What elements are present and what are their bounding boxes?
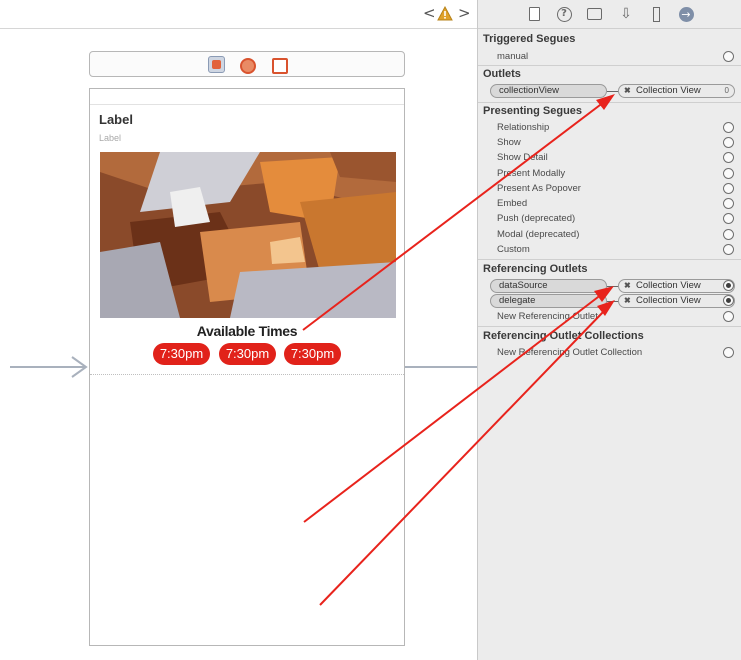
available-times-label[interactable]: Available Times bbox=[90, 323, 404, 339]
outlets-title: Outlets bbox=[483, 68, 521, 80]
referencing-outlet-collections-title: Referencing Outlet Collections bbox=[483, 330, 644, 342]
file-icon[interactable] bbox=[526, 6, 542, 22]
scene-dock bbox=[89, 51, 405, 77]
section-divider bbox=[478, 259, 741, 260]
attributes-icon[interactable]: ⇩ bbox=[618, 6, 634, 22]
outlet-collectionview-pill[interactable]: collectionView bbox=[490, 84, 607, 98]
warning-icon[interactable] bbox=[437, 6, 453, 21]
connection-circle[interactable] bbox=[723, 244, 734, 255]
help-icon[interactable]: ? bbox=[556, 6, 572, 22]
ref-outlet-datasource-pill[interactable]: dataSource bbox=[490, 279, 607, 293]
cell-subtitle-label[interactable]: Label bbox=[99, 133, 121, 143]
connection-circle[interactable] bbox=[723, 137, 734, 148]
segue-modal: Modal (deprecated) bbox=[497, 229, 580, 240]
section-divider bbox=[478, 65, 741, 66]
segue-relationship: Relationship bbox=[497, 122, 550, 133]
segue-push: Push (deprecated) bbox=[497, 213, 576, 224]
new-referencing-outlet-collection: New Referencing Outlet Collection bbox=[497, 347, 643, 358]
chevron-right-icon[interactable]: > bbox=[458, 4, 471, 22]
outlet-collectionview-target[interactable]: ✖ Collection View 0 bbox=[618, 84, 735, 98]
section-divider bbox=[478, 102, 741, 103]
entry-arrow-icon[interactable] bbox=[70, 355, 88, 379]
chevron-left-icon[interactable]: < bbox=[423, 4, 436, 22]
inspector-toolbar: ? ⇩ → bbox=[478, 0, 741, 29]
connection-circle-filled[interactable] bbox=[723, 295, 734, 306]
target-badge: 0 bbox=[724, 86, 729, 95]
target-label: Collection View bbox=[636, 85, 701, 96]
segue-show-detail: Show Detail bbox=[497, 152, 548, 163]
segue-embed: Embed bbox=[497, 198, 528, 209]
target-label: Collection View bbox=[636, 280, 701, 291]
size-icon[interactable] bbox=[648, 6, 664, 22]
connections-inspector: ? ⇩ → Triggered Segues manual Outlets co… bbox=[477, 0, 741, 660]
view-controller-icon[interactable] bbox=[208, 56, 225, 73]
target-label: Collection View bbox=[636, 295, 701, 306]
triggered-segue-manual: manual bbox=[497, 51, 529, 62]
connection-circle[interactable] bbox=[723, 183, 734, 194]
view-controller-scene[interactable]: Label Label Available Times 7:30pm 7:30p… bbox=[89, 88, 405, 646]
storyboard-canvas[interactable]: < > Label Label Available Times 7:30pm 7… bbox=[0, 0, 477, 660]
segue-present-modally: Present Modally bbox=[497, 168, 566, 179]
connection-circle[interactable] bbox=[723, 198, 734, 209]
first-responder-icon[interactable] bbox=[238, 56, 256, 74]
connection-circle[interactable] bbox=[723, 152, 734, 163]
cell-title-label[interactable]: Label bbox=[99, 112, 133, 127]
connections-icon[interactable]: → bbox=[678, 6, 694, 22]
triggered-segues-title: Triggered Segues bbox=[483, 33, 576, 45]
connection-circle[interactable] bbox=[723, 51, 734, 62]
segue-present-as-popover: Present As Popover bbox=[497, 183, 581, 194]
cell-poster-image[interactable] bbox=[100, 152, 396, 318]
ref-outlet-datasource-target[interactable]: ✖ Collection View bbox=[618, 279, 735, 293]
disconnect-icon[interactable]: ✖ bbox=[624, 85, 631, 97]
showtime-button[interactable]: 7:30pm bbox=[153, 343, 210, 365]
connection-circle[interactable] bbox=[723, 347, 734, 358]
ref-outlet-delegate-pill[interactable]: delegate bbox=[490, 294, 607, 308]
connection-circle[interactable] bbox=[723, 213, 734, 224]
new-referencing-outlet: New Referencing Outlet bbox=[497, 311, 598, 322]
exit-icon[interactable] bbox=[270, 56, 288, 74]
connection-circle[interactable] bbox=[723, 168, 734, 179]
connection-circle-filled[interactable] bbox=[723, 280, 734, 291]
connection-circle[interactable] bbox=[723, 311, 734, 322]
identity-icon[interactable] bbox=[586, 6, 602, 22]
presenting-segues-title: Presenting Segues bbox=[483, 105, 583, 117]
connection-circle[interactable] bbox=[723, 122, 734, 133]
disconnect-icon[interactable]: ✖ bbox=[624, 295, 631, 307]
canvas-jump-bar: < > bbox=[0, 0, 477, 29]
disconnect-icon[interactable]: ✖ bbox=[624, 280, 631, 292]
status-bar-area bbox=[90, 89, 404, 105]
segue-show: Show bbox=[497, 137, 521, 148]
segue-line bbox=[405, 366, 477, 368]
ref-outlet-delegate-target[interactable]: ✖ Collection View bbox=[618, 294, 735, 308]
showtime-button[interactable]: 7:30pm bbox=[284, 343, 341, 365]
section-divider bbox=[478, 326, 741, 327]
referencing-outlets-title: Referencing Outlets bbox=[483, 263, 588, 275]
segue-custom: Custom bbox=[497, 244, 530, 255]
showtime-button[interactable]: 7:30pm bbox=[219, 343, 276, 365]
connection-circle[interactable] bbox=[723, 229, 734, 240]
collection-view-cell[interactable]: Label Label Available Times 7:30pm 7:30p… bbox=[90, 105, 404, 375]
